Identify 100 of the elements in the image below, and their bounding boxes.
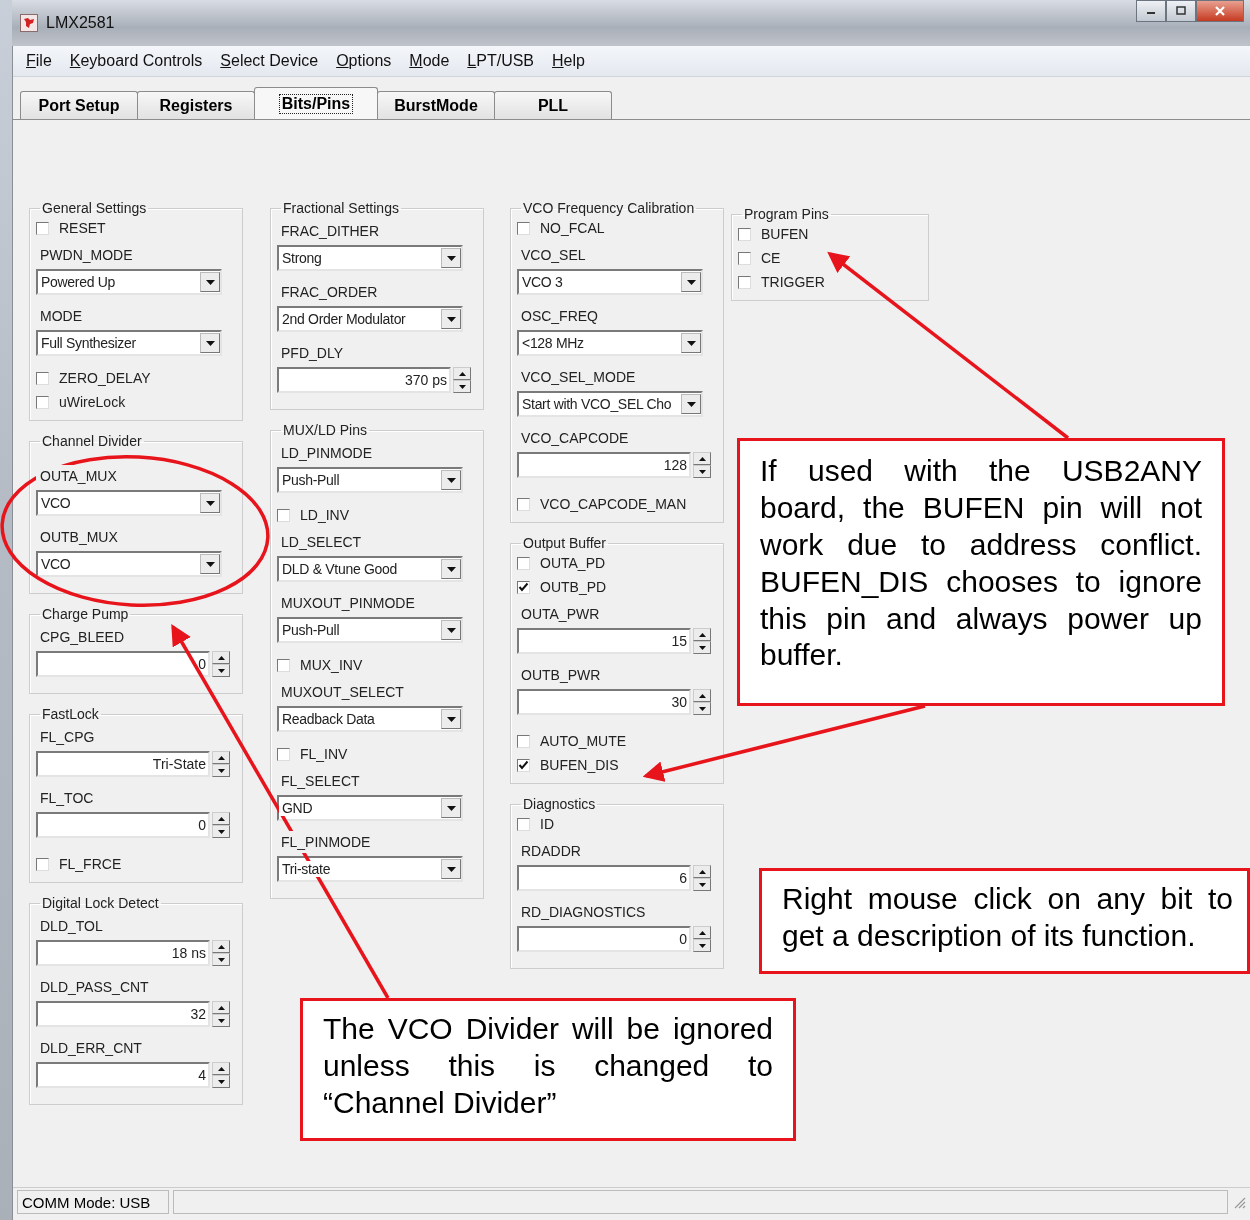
menu-item[interactable]: Keyboard Controls (60, 52, 212, 70)
number-field[interactable]: 4 (36, 1062, 210, 1088)
spin-down-button[interactable] (693, 702, 711, 715)
up-arrow-icon (698, 869, 706, 874)
spin-down-button[interactable] (693, 878, 711, 891)
dropdown[interactable]: Push-Pull (277, 617, 463, 643)
spin-up-button[interactable] (693, 689, 711, 702)
dropdown[interactable]: DLD & Vtune Good (277, 556, 463, 582)
checkbox[interactable]: LD_INV (277, 503, 475, 527)
menu-item[interactable]: Mode (400, 52, 459, 70)
spin-up-button[interactable] (212, 651, 230, 664)
caret-icon (205, 279, 215, 285)
caret-icon (446, 316, 456, 322)
group-title: Output Buffer (522, 535, 607, 551)
dropdown[interactable]: Readback Data (277, 706, 463, 732)
spin-down-button[interactable] (453, 380, 471, 393)
number-field[interactable]: 0 (36, 651, 210, 677)
down-arrow-icon (698, 645, 706, 650)
caret-icon (446, 805, 456, 811)
dropdown[interactable]: VCO (36, 551, 222, 577)
dropdown[interactable]: VCO 3 (517, 269, 703, 295)
menu-item[interactable]: File (17, 52, 61, 70)
checkbox[interactable]: RESET (36, 216, 234, 240)
close-button[interactable] (1196, 0, 1244, 22)
number-field[interactable]: 0 (36, 812, 210, 838)
tab[interactable]: PLL (494, 91, 612, 119)
spin-up-button[interactable] (212, 1062, 230, 1075)
spin-up-button[interactable] (212, 940, 230, 953)
resize-grip-icon[interactable] (1232, 1195, 1246, 1209)
spin-up-button[interactable] (693, 452, 711, 465)
dropdown[interactable]: Strong (277, 245, 463, 271)
caret-icon (446, 566, 456, 572)
menu-item[interactable]: Select Device (211, 52, 328, 70)
checkbox[interactable]: ID (517, 812, 715, 836)
checkbox[interactable]: OUTB_PD (517, 575, 715, 599)
checkbox[interactable]: MUX_INV (277, 653, 475, 677)
group-title: Diagnostics (522, 796, 597, 812)
down-arrow-icon (698, 882, 706, 887)
menu-item[interactable]: LPT/USB (458, 52, 544, 70)
spin-up-button[interactable] (693, 628, 711, 641)
minimize-button[interactable] (1136, 0, 1166, 22)
spin-down-button[interactable] (212, 664, 230, 677)
dropdown[interactable]: 2nd Order Modulator (277, 306, 463, 332)
spin-down-button[interactable] (212, 825, 230, 838)
number-field[interactable]: 30 (517, 689, 691, 715)
number-field[interactable]: Tri-State (36, 751, 210, 777)
spin-down-button[interactable] (212, 764, 230, 777)
checkbox[interactable]: TRIGGER (738, 270, 920, 294)
maximize-button[interactable] (1166, 0, 1196, 22)
spin-down-button[interactable] (693, 939, 711, 952)
menu-item[interactable]: Options (327, 52, 401, 70)
spin-down-button[interactable] (693, 465, 711, 478)
tab[interactable]: Port Setup (20, 91, 138, 119)
number-field[interactable]: 32 (36, 1001, 210, 1027)
down-arrow-icon (458, 384, 466, 389)
tab[interactable]: BurstMode (377, 91, 495, 119)
number-field[interactable]: 15 (517, 628, 691, 654)
spin-down-button[interactable] (212, 1014, 230, 1027)
menu-item[interactable]: Help (543, 52, 594, 70)
spin-up-button[interactable] (693, 865, 711, 878)
dropdown[interactable]: <128 MHz (517, 330, 703, 356)
spin-up-button[interactable] (693, 926, 711, 939)
spin-up-button[interactable] (453, 367, 471, 380)
checkbox[interactable]: uWireLock (36, 390, 234, 414)
checkbox[interactable]: CE (738, 246, 920, 270)
spin-up-button[interactable] (212, 812, 230, 825)
down-arrow-icon (217, 768, 225, 773)
number-field[interactable]: 370 ps (277, 367, 451, 393)
dropdown[interactable]: GND (277, 795, 463, 821)
checkbox[interactable]: FL_FRCE (36, 852, 234, 876)
spin-up-button[interactable] (212, 751, 230, 764)
up-arrow-icon (217, 944, 225, 949)
tab[interactable]: Registers (137, 91, 255, 119)
spin-down-button[interactable] (212, 953, 230, 966)
number-field[interactable]: 0 (517, 926, 691, 952)
number-field[interactable]: 128 (517, 452, 691, 478)
checkbox[interactable]: VCO_CAPCODE_MAN (517, 492, 715, 516)
dropdown[interactable]: Push-Pull (277, 467, 463, 493)
checkbox[interactable]: BUFEN (738, 222, 920, 246)
down-arrow-icon (698, 943, 706, 948)
checkbox[interactable]: FL_INV (277, 742, 475, 766)
checkbox[interactable]: BUFEN_DIS (517, 753, 715, 777)
checkbox[interactable]: OUTA_PD (517, 551, 715, 575)
checkbox[interactable]: AUTO_MUTE (517, 729, 715, 753)
dropdown[interactable]: Full Synthesizer (36, 330, 222, 356)
dropdown[interactable]: Start with VCO_SEL Cho (517, 391, 703, 417)
dropdown[interactable]: VCO (36, 490, 222, 516)
checkbox[interactable]: NO_FCAL (517, 216, 715, 240)
up-arrow-icon (698, 930, 706, 935)
caret-icon (446, 255, 456, 261)
tab[interactable]: Bits/Pins (254, 87, 378, 119)
dropdown[interactable]: Tri-state (277, 856, 463, 882)
spin-up-button[interactable] (212, 1001, 230, 1014)
spin-down-button[interactable] (693, 641, 711, 654)
number-field[interactable]: 6 (517, 865, 691, 891)
dropdown[interactable]: Powered Up (36, 269, 222, 295)
number-field[interactable]: 18 ns (36, 940, 210, 966)
checkbox[interactable]: ZERO_DELAY (36, 366, 234, 390)
group-title: Fractional Settings (282, 200, 400, 216)
spin-down-button[interactable] (212, 1075, 230, 1088)
